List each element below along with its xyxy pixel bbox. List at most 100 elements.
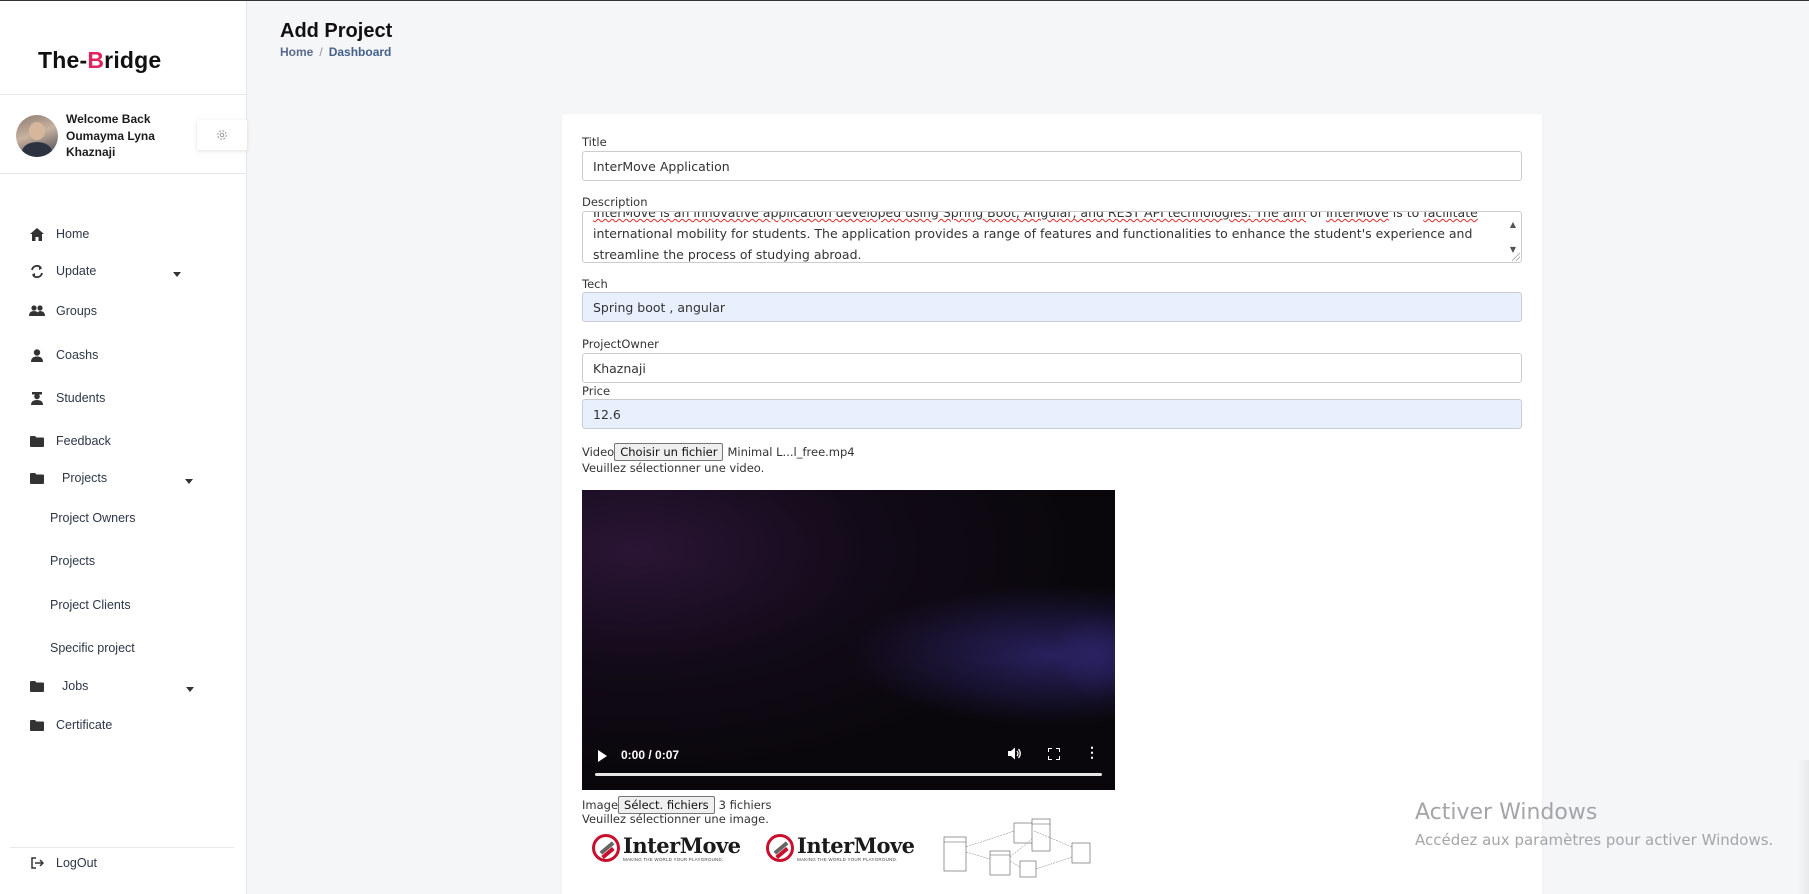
sidebar-item-students[interactable]: Students bbox=[28, 388, 105, 408]
sidebar-item-groups[interactable]: Groups bbox=[28, 301, 97, 321]
sidebar-item-feedback[interactable]: Feedback bbox=[28, 431, 111, 451]
price-value: 12.6 bbox=[593, 406, 621, 422]
resize-handle-icon[interactable] bbox=[1512, 253, 1520, 261]
gear-icon bbox=[217, 130, 227, 140]
breadcrumb-home[interactable]: Home bbox=[280, 45, 313, 59]
refresh-icon bbox=[28, 263, 46, 279]
class-diagram-thumbnail bbox=[943, 818, 1091, 878]
sidebar-subitem-project-clients[interactable]: Project Clients bbox=[50, 598, 131, 612]
description-line: InterMove is an innovative application d… bbox=[593, 211, 1478, 220]
sidebar-item-label: Feedback bbox=[56, 434, 111, 448]
logout-label: LogOut bbox=[56, 856, 98, 870]
title-value: InterMove Application bbox=[593, 158, 730, 174]
video-hint: Veuillez sélectionner une video. bbox=[582, 461, 765, 475]
chevron-down-icon[interactable] bbox=[186, 687, 194, 692]
sidebar-item-label: Projects bbox=[62, 471, 108, 485]
description-label: Description bbox=[582, 195, 648, 209]
folder-icon bbox=[28, 470, 46, 486]
sidebar-divider bbox=[0, 173, 247, 174]
price-label: Price bbox=[582, 384, 611, 398]
image-hint: Veuillez sélectionner une image. bbox=[582, 812, 769, 826]
welcome-text: Welcome Back Oumayma Lyna Khaznaji bbox=[66, 112, 155, 159]
settings-button[interactable] bbox=[197, 120, 247, 150]
folder-icon bbox=[28, 678, 46, 694]
intermove-brand: InterMove bbox=[797, 832, 915, 858]
student-icon bbox=[28, 390, 46, 406]
intermove-logo-icon bbox=[592, 834, 620, 862]
logout-icon bbox=[28, 855, 46, 871]
window-top-border bbox=[0, 0, 1809, 1]
video-file-row: Video Choisir un fichier Minimal L...l_f… bbox=[582, 443, 855, 461]
sidebar-item-label: Jobs bbox=[62, 679, 89, 693]
sidebar-divider bbox=[10, 847, 234, 848]
sidebar-divider bbox=[0, 94, 247, 95]
fullscreen-icon[interactable] bbox=[1047, 747, 1061, 761]
breadcrumb: Home / Dashboard bbox=[280, 45, 391, 59]
sidebar-item-jobs[interactable]: Jobs bbox=[28, 676, 88, 696]
sidebar-item-home[interactable]: Home bbox=[28, 224, 89, 244]
choose-video-button[interactable]: Choisir un fichier bbox=[614, 443, 724, 461]
person-icon bbox=[28, 347, 46, 363]
groups-icon bbox=[28, 303, 46, 319]
activation-title: Activer Windows bbox=[1415, 800, 1598, 825]
description-line: streamline the process of studying abroa… bbox=[593, 247, 862, 262]
breadcrumb-separator: / bbox=[319, 45, 323, 59]
sidebar-item-label: Update bbox=[56, 264, 97, 278]
app-logo[interactable]: The-Bridge bbox=[38, 47, 161, 74]
image-label: Image bbox=[582, 798, 619, 812]
sidebar-item-certificate[interactable]: Certificate bbox=[28, 715, 112, 735]
video-progress-bar[interactable] bbox=[595, 773, 1102, 776]
sidebar-item-coashs[interactable]: Coashs bbox=[28, 345, 98, 365]
sidebar-subitem-specific-project[interactable]: Specific project bbox=[50, 641, 135, 655]
sidebar-subitem-project-owners[interactable]: Project Owners bbox=[50, 511, 135, 525]
play-icon[interactable] bbox=[598, 750, 607, 762]
owner-value: Khaznaji bbox=[593, 360, 646, 376]
sidebar: The-Bridge Welcome Back Oumayma Lyna Kha… bbox=[0, 1, 247, 894]
sidebar-item-label: Coashs bbox=[56, 348, 99, 362]
description-textarea[interactable]: InterMove is an innovative application d… bbox=[582, 211, 1522, 263]
chevron-down-icon[interactable] bbox=[173, 272, 181, 277]
sidebar-item-label: Groups bbox=[56, 304, 97, 318]
avatar[interactable] bbox=[16, 114, 58, 157]
more-options-icon[interactable]: ⋮ bbox=[1085, 745, 1099, 759]
tech-value: Spring boot , angular bbox=[593, 299, 726, 315]
video-controls: 0:00 / 0:07 ⋮ bbox=[582, 734, 1115, 790]
intermove-tagline: MAKING THE WORLD YOUR PLAYGROUND. bbox=[623, 856, 724, 862]
video-filename: Minimal L...l_free.mp4 bbox=[727, 445, 855, 459]
owner-label: ProjectOwner bbox=[582, 337, 659, 351]
video-time: 0:00 / 0:07 bbox=[621, 748, 680, 762]
image-thumbnail: InterMove MAKING THE WORLD YOUR PLAYGROU… bbox=[766, 825, 915, 871]
title-label: Title bbox=[582, 135, 607, 149]
folder-icon bbox=[28, 717, 46, 733]
chevron-down-icon[interactable] bbox=[185, 479, 193, 484]
sidebar-item-projects[interactable]: Projects bbox=[28, 468, 107, 488]
page-scrollbar[interactable] bbox=[1797, 760, 1809, 894]
image-thumbnail: InterMove MAKING THE WORLD YOUR PLAYGROU… bbox=[592, 825, 741, 871]
page-title: Add Project bbox=[280, 20, 393, 42]
intermove-logo-icon bbox=[766, 834, 794, 862]
tech-input[interactable]: Spring boot , angular bbox=[582, 292, 1522, 322]
intermove-logo: InterMove MAKING THE WORLD YOUR PLAYGROU… bbox=[766, 834, 915, 862]
windows-activation-watermark: Activer Windows Accédez aux paramètres p… bbox=[1415, 800, 1773, 849]
video-player[interactable]: 0:00 / 0:07 ⋮ bbox=[582, 490, 1115, 790]
scroll-up-icon[interactable]: ▲ bbox=[1510, 214, 1516, 235]
intermove-brand: InterMove bbox=[623, 832, 741, 858]
breadcrumb-current: Dashboard bbox=[328, 45, 392, 59]
logout-button[interactable]: LogOut bbox=[28, 853, 97, 873]
image-count: 3 fichiers bbox=[718, 798, 772, 812]
sidebar-subitem-projects[interactable]: Projects bbox=[50, 554, 95, 568]
volume-icon[interactable] bbox=[1008, 747, 1022, 763]
title-input[interactable]: InterMove Application bbox=[582, 151, 1522, 181]
sidebar-item-label: Students bbox=[56, 391, 106, 405]
intermove-tagline: MAKING THE WORLD YOUR PLAYGROUND. bbox=[797, 856, 898, 862]
folder-icon bbox=[28, 433, 46, 449]
description-text: InterMove is an innovative application d… bbox=[593, 211, 1491, 262]
image-thumbnail bbox=[932, 818, 1096, 878]
intermove-logo: InterMove MAKING THE WORLD YOUR PLAYGROU… bbox=[592, 834, 741, 862]
owner-input[interactable]: Khaznaji bbox=[582, 353, 1522, 383]
activation-subtitle: Accédez aux paramètres pour activer Wind… bbox=[1415, 831, 1774, 849]
sidebar-item-update[interactable]: Update bbox=[28, 261, 96, 281]
user-profile: Welcome Back Oumayma Lyna Khaznaji bbox=[16, 111, 166, 161]
tech-label: Tech bbox=[582, 277, 608, 291]
price-input[interactable]: 12.6 bbox=[582, 399, 1522, 429]
